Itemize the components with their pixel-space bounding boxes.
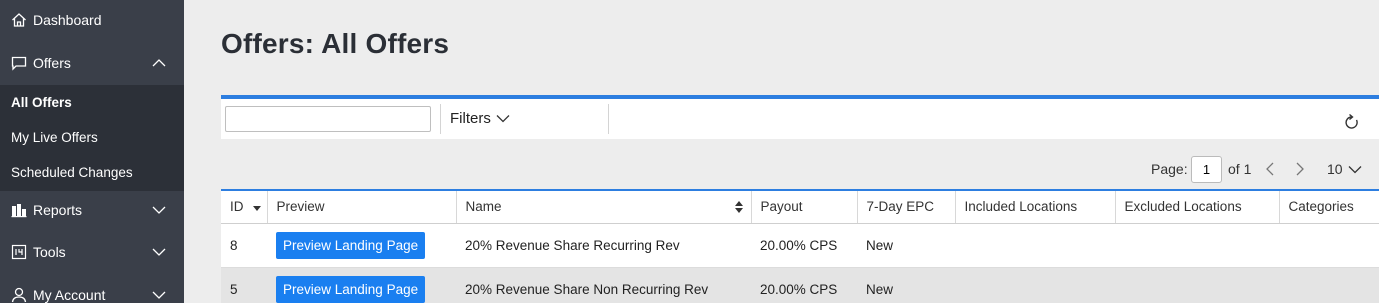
sidebar-item-label: Tools xyxy=(33,244,66,260)
chevron-down-icon xyxy=(152,205,166,215)
per-page-select[interactable]: 10 xyxy=(1327,161,1362,177)
sort-desc-icon xyxy=(253,200,262,215)
chevron-up-icon xyxy=(152,58,166,68)
sidebar-item-tools[interactable]: Tools xyxy=(0,241,184,263)
speech-bubble-icon xyxy=(11,55,27,71)
offers-table: ID Preview Name Payout 7-Day EPC Include… xyxy=(221,189,1379,303)
chevron-down-icon xyxy=(152,290,166,300)
offers-subnav: All Offers My Live Offers Scheduled Chan… xyxy=(0,85,184,191)
cell-name: 20% Revenue Share Recurring Rev xyxy=(456,223,751,268)
table-row: 8 Preview Landing Page 20% Revenue Share… xyxy=(221,223,1379,268)
chevron-left-icon[interactable] xyxy=(1265,162,1275,176)
toolbar: Filters xyxy=(221,99,1379,139)
chevron-down-icon xyxy=(152,247,166,257)
page-label: Page: xyxy=(1151,161,1188,177)
user-icon xyxy=(11,287,27,303)
sidebar-item-my-account[interactable]: My Account xyxy=(0,284,184,303)
cell-excluded-locations xyxy=(1115,267,1279,303)
sidebar-item-label: Dashboard xyxy=(33,12,102,28)
bar-chart-icon xyxy=(11,202,27,218)
cell-payout: 20.00% CPS xyxy=(751,223,857,268)
column-header-id[interactable]: ID xyxy=(221,191,268,224)
cell-preview: Preview Landing Page xyxy=(267,267,456,303)
column-header-included-locations: Included Locations xyxy=(955,191,1116,224)
sidebar-item-label: Offers xyxy=(33,55,71,71)
chevron-down-icon xyxy=(496,115,510,123)
column-header-7-day-epc: 7-Day EPC xyxy=(857,191,956,224)
refresh-icon[interactable] xyxy=(1344,113,1360,131)
search-input[interactable] xyxy=(225,106,431,132)
sidebar-item-label: Reports xyxy=(33,202,83,218)
toolbar-divider xyxy=(608,104,609,134)
cell-name: 20% Revenue Share Non Recurring Rev xyxy=(456,267,751,303)
cell-included-locations xyxy=(955,223,1115,268)
cell-id: 8 xyxy=(221,223,267,268)
cell-categories xyxy=(1279,223,1379,268)
chevron-right-icon[interactable] xyxy=(1295,162,1305,176)
cell-included-locations xyxy=(955,267,1115,303)
sort-icon xyxy=(734,201,743,213)
sidebar-item-dashboard[interactable]: Dashboard xyxy=(0,10,184,30)
filters-button[interactable]: Filters xyxy=(450,110,510,127)
tools-grid-icon xyxy=(11,244,27,260)
preview-landing-page-button[interactable]: Preview Landing Page xyxy=(276,275,426,303)
chevron-down-icon xyxy=(1348,165,1362,173)
column-header-categories: Categories xyxy=(1279,191,1379,224)
page-number-input[interactable] xyxy=(1191,156,1222,183)
page-count-label: of 1 xyxy=(1228,161,1252,177)
table-header-row: ID Preview Name Payout 7-Day EPC Include… xyxy=(221,191,1379,224)
cell-preview: Preview Landing Page xyxy=(267,223,456,268)
column-header-payout: Payout xyxy=(751,191,858,224)
preview-landing-page-button[interactable]: Preview Landing Page xyxy=(276,231,426,259)
sidebar: Dashboard Offers All Offers My Live Offe… xyxy=(0,0,184,303)
sidebar-item-label: My Account xyxy=(33,287,106,303)
sidebar-subitem-scheduled-changes[interactable]: Scheduled Changes xyxy=(11,165,133,180)
home-icon xyxy=(11,12,27,28)
per-page-value: 10 xyxy=(1327,161,1343,177)
cell-id: 5 xyxy=(221,267,267,303)
sidebar-item-reports[interactable]: Reports xyxy=(0,199,184,221)
sidebar-subitem-my-live-offers[interactable]: My Live Offers xyxy=(11,130,98,145)
cell-categories xyxy=(1279,267,1379,303)
toolbar-divider xyxy=(440,104,441,134)
filters-label: Filters xyxy=(450,110,491,127)
sidebar-item-offers[interactable]: Offers xyxy=(0,52,184,74)
cell-payout: 20.00% CPS xyxy=(751,267,857,303)
column-header-name[interactable]: Name xyxy=(456,191,752,224)
cell-excluded-locations xyxy=(1115,223,1279,268)
column-header-preview: Preview xyxy=(267,191,457,224)
cell-epc: New xyxy=(857,223,955,268)
page-title: Offers: All Offers xyxy=(221,28,450,59)
column-header-excluded-locations: Excluded Locations xyxy=(1115,191,1280,224)
table-row: 5 Preview Landing Page 20% Revenue Share… xyxy=(221,267,1379,303)
sidebar-subitem-all-offers[interactable]: All Offers xyxy=(11,95,72,110)
cell-epc: New xyxy=(857,267,955,303)
